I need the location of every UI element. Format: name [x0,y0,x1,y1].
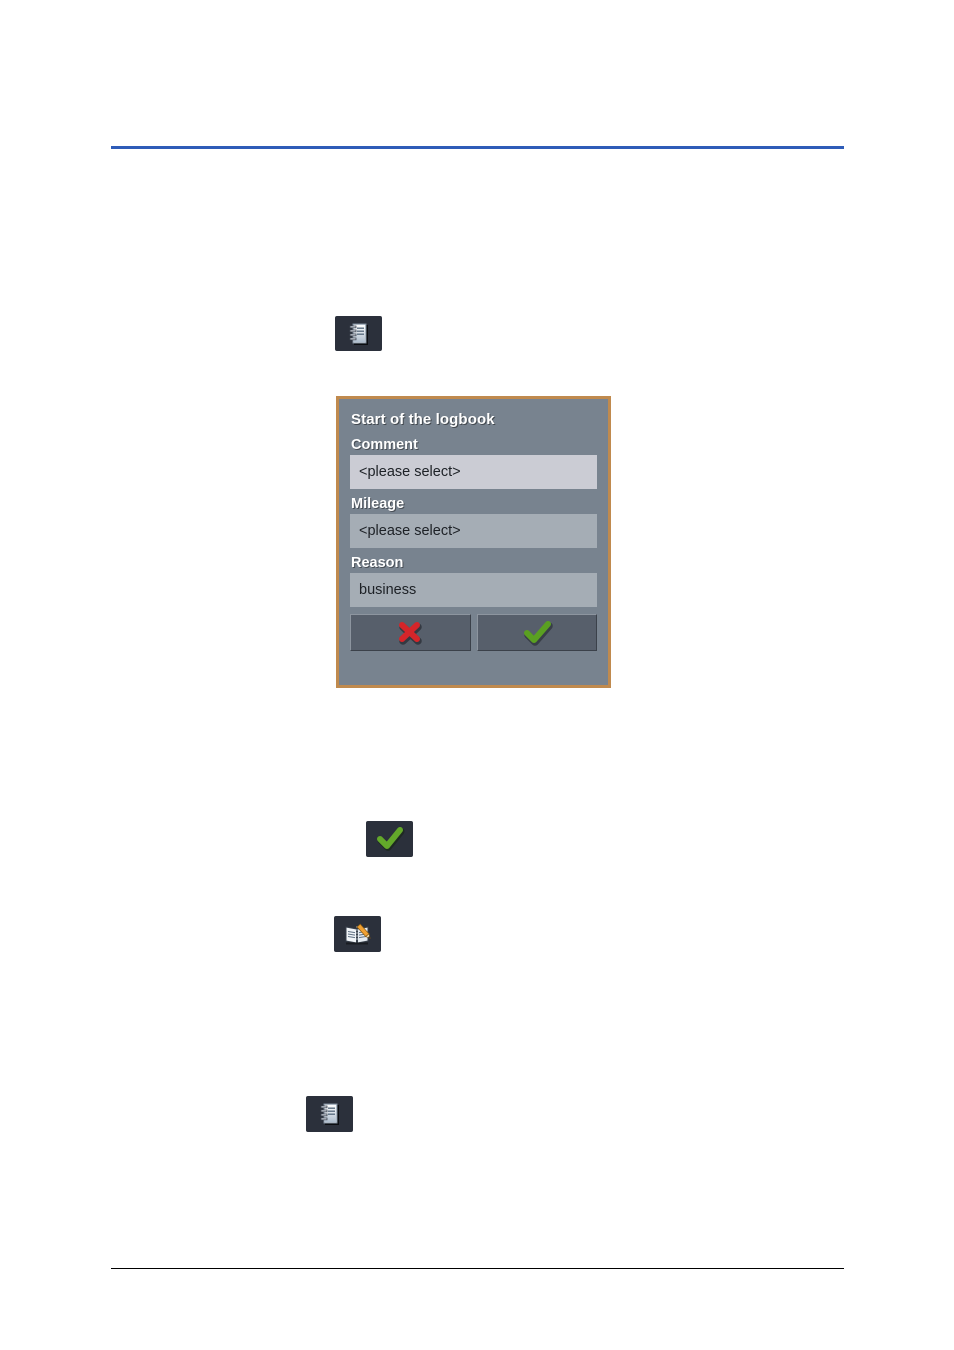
mileage-input[interactable]: <please select> [350,514,597,548]
logbook-notebook-icon-button[interactable] [335,316,382,351]
reason-field-group: Reason business [350,555,597,607]
green-check-icon [375,827,405,851]
confirm-button[interactable] [476,614,597,651]
comment-label: Comment [351,437,418,453]
comment-field-group: Comment <please select> [350,437,597,489]
logbook-notebook-icon [317,1101,343,1127]
mileage-label: Mileage [351,496,405,512]
logbook-edit-pencil-icon [343,921,373,947]
comment-input[interactable]: <please select> [350,455,597,489]
red-cross-icon [393,620,427,646]
green-check-icon [520,620,554,646]
reason-label: Reason [351,555,404,571]
logbook-notebook-icon-button-2[interactable] [306,1096,353,1132]
page-top-rule [111,146,844,149]
dialog-button-row [350,614,597,651]
confirm-check-icon-button[interactable] [366,821,413,857]
dialog-title: Start of the logbook [351,411,495,428]
cancel-button[interactable] [350,614,471,651]
page-bottom-rule [111,1268,844,1269]
reason-input[interactable]: business [350,573,597,607]
logbook-edit-icon-button[interactable] [334,916,381,952]
mileage-field-group: Mileage <please select> [350,496,597,548]
start-of-logbook-dialog: Start of the logbook Comment <please sel… [336,396,611,688]
logbook-notebook-icon [346,321,372,347]
